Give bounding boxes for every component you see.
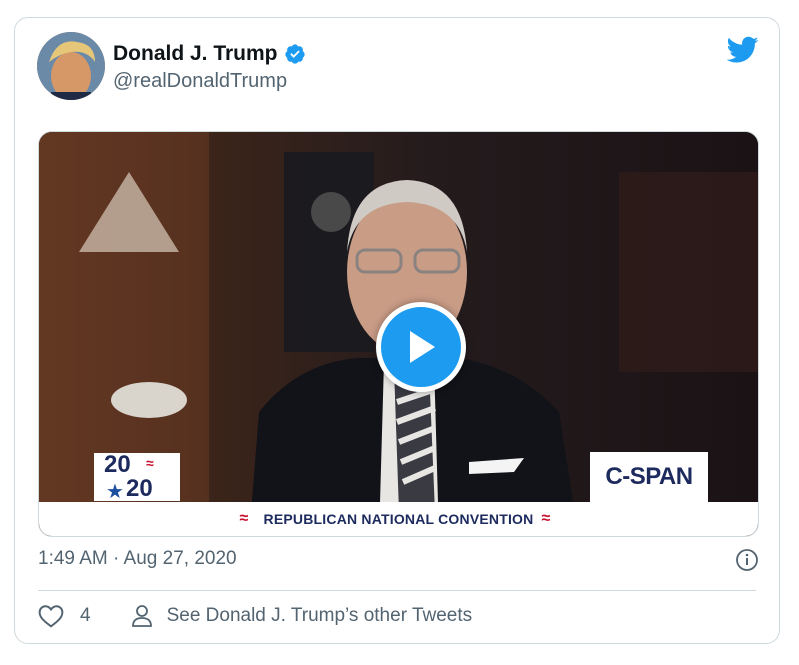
avatar[interactable] [37,32,105,100]
like-count: 4 [80,605,91,626]
flag-right-icon: ≈ [541,510,551,527]
author-name[interactable]: Donald J. Trump [113,42,278,66]
info-icon[interactable] [735,548,759,572]
flag-left-icon: ≈ [239,510,249,527]
logo-star-icon: ★ [106,481,124,503]
avatar-image [37,32,105,100]
see-other-tweets-link[interactable]: See Donald J. Trump’s other Tweets [131,604,473,628]
tweet-card: Donald J. Trump @realDonaldTrump 20 20 ★… [14,17,780,644]
author-handle[interactable]: @realDonaldTrump [113,70,287,93]
tweet-actions: 4 See Donald J. Trump’s other Tweets [38,604,472,628]
like-button[interactable]: 4 [38,604,91,628]
verified-badge-icon [284,44,305,64]
see-other-tweets-label: See Donald J. Trump’s other Tweets [166,605,473,626]
logo-stripes-icon: ≈ [146,455,154,471]
cspan-logo: C-SPAN [590,452,708,502]
author-name-row[interactable]: Donald J. Trump [113,42,306,66]
play-button[interactable] [376,302,466,392]
convention-banner-text: REPUBLICAN NATIONAL CONVENTION [263,511,534,527]
logo-bottom-text: 20 [126,475,153,502]
twitter-bird-icon[interactable] [727,36,759,64]
play-icon [410,331,435,363]
tweet-timestamp[interactable]: 1:49 AM · Aug 27, 2020 [38,548,237,570]
convention-banner: ≈ REPUBLICAN NATIONAL CONVENTION ≈ [39,502,758,536]
person-icon [131,605,152,627]
rnc-2020-logo: 20 20 ★ ≈ [94,451,180,503]
cspan-logo-text: C-SPAN [605,463,693,490]
heart-icon [38,605,64,628]
video-player[interactable]: 20 20 ★ ≈ C-SPAN ≈ REPUBLICAN NATIONAL C… [38,131,759,537]
divider [38,590,756,591]
